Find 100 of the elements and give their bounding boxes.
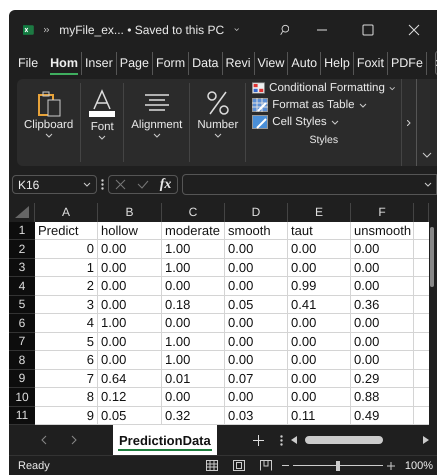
chevron-down-icon xyxy=(152,133,161,138)
horizontal-scrollbar[interactable] xyxy=(290,436,429,444)
more-options-icon[interactable] xyxy=(280,434,283,446)
chevron-down-icon xyxy=(214,133,222,138)
sheet-tab[interactable]: PredictionData xyxy=(113,425,217,456)
table-cell: smooth xyxy=(225,222,288,240)
normal-view-icon[interactable] xyxy=(206,460,218,472)
row-header[interactable]: 6 xyxy=(9,314,35,333)
chevron-down-icon xyxy=(234,27,240,32)
ribbon-tab[interactable]: PDFe xyxy=(388,52,427,75)
percent-icon xyxy=(206,89,230,118)
table-cell: 0.00 xyxy=(351,258,414,278)
select-all-icon[interactable] xyxy=(14,206,28,218)
table-cell: 0.00 xyxy=(288,370,351,388)
table-cell: 0.00 xyxy=(351,240,414,259)
table-cell: moderate xyxy=(162,222,225,240)
chevron-down-icon xyxy=(44,133,53,138)
styles-command[interactable]: Conditional Formatting xyxy=(252,81,396,96)
table-cell: 5 xyxy=(35,332,98,352)
table-cell: taut xyxy=(288,222,351,240)
table-cell: 7 xyxy=(35,370,98,388)
row-header[interactable]: 10 xyxy=(9,388,35,407)
table-cell: 0.00 xyxy=(288,332,351,352)
table-cell: 0.88 xyxy=(351,388,414,407)
collapse-ribbon-icon[interactable] xyxy=(422,152,432,158)
row-header[interactable]: 5 xyxy=(9,296,35,314)
table-cell: 0.00 xyxy=(225,351,288,370)
row-header[interactable]: 9 xyxy=(9,370,35,388)
previous-sheet-icon[interactable] xyxy=(41,435,47,446)
table-cell: 0.00 xyxy=(288,258,351,278)
table-cell: 0.00 xyxy=(225,388,288,407)
app-logo-icon xyxy=(23,22,34,37)
zoom-level[interactable]: 100% xyxy=(404,460,433,472)
row-header[interactable]: 3 xyxy=(9,258,35,278)
table-cell: 0.01 xyxy=(162,370,225,388)
table-cell: 0.00 xyxy=(162,277,225,296)
table-cell: 0.00 xyxy=(98,240,162,259)
more-commands-icon[interactable] xyxy=(44,26,50,33)
row-header[interactable]: 7 xyxy=(9,332,35,352)
next-sheet-icon[interactable] xyxy=(71,435,77,446)
row-header[interactable]: 11 xyxy=(9,406,35,426)
table-cell: 0.03 xyxy=(225,406,288,426)
insert-function-button[interactable]: fx xyxy=(160,176,172,193)
ribbon-tab[interactable]: Auto xyxy=(288,52,322,75)
ribbon-tab[interactable]: Revi xyxy=(222,52,255,75)
more-options-icon[interactable] xyxy=(101,179,104,190)
table-cell: 0.00 xyxy=(351,277,414,296)
ribbon-tab[interactable]: Hom xyxy=(47,52,82,75)
cell-styles-icon xyxy=(252,115,268,130)
ribbon-tab[interactable]: Data xyxy=(189,52,223,75)
ribbon-tab[interactable]: Page xyxy=(116,52,153,75)
table-cell: 0.64 xyxy=(98,370,162,388)
ribbon-tab[interactable]: View xyxy=(254,52,288,75)
ribbon-group-button[interactable]: Font xyxy=(90,121,114,134)
table-cell: 0.00 xyxy=(288,314,351,333)
table-cell: 0.00 xyxy=(225,314,288,333)
page-break-icon[interactable] xyxy=(260,460,272,472)
format-table-icon xyxy=(252,98,268,112)
table-cell: 0.00 xyxy=(351,314,414,333)
font-color-icon xyxy=(88,89,116,120)
table-cell: 1.00 xyxy=(162,240,225,259)
page-layout-icon[interactable] xyxy=(232,460,245,472)
scroll-right-icon[interactable] xyxy=(423,436,429,444)
table-cell: 0.00 xyxy=(288,388,351,407)
table-cell: 6 xyxy=(35,351,98,370)
table-cell: 0.00 xyxy=(98,332,162,352)
conditional-formatting-icon xyxy=(252,81,266,96)
ribbon-tab[interactable]: File xyxy=(15,52,48,75)
row-header[interactable]: 1 xyxy=(9,222,35,240)
zoom-in-icon[interactable] xyxy=(386,462,395,470)
enter-icon[interactable] xyxy=(136,180,149,190)
name-box[interactable]: K16 xyxy=(12,175,97,194)
table-cell: Predict xyxy=(35,222,98,240)
row-header[interactable]: 8 xyxy=(9,351,35,370)
group-label: Styles xyxy=(309,134,338,146)
row-header[interactable]: 2 xyxy=(9,240,35,259)
table-cell: 0.00 xyxy=(288,240,351,259)
add-sheet-icon[interactable] xyxy=(252,434,264,446)
ribbon-group-button[interactable]: Number xyxy=(197,119,238,132)
table-cell: hollow xyxy=(98,222,162,240)
ribbon-tab[interactable]: Help xyxy=(321,52,354,75)
chevron-down-icon xyxy=(330,120,339,125)
table-cell: 2 xyxy=(35,277,98,296)
zoom-slider[interactable] xyxy=(292,460,383,471)
table-cell: 0.11 xyxy=(288,406,351,426)
ribbon-tab[interactable]: Inser xyxy=(82,52,117,75)
styles-command[interactable]: Format as Table xyxy=(252,98,396,112)
ribbon-group-button[interactable]: Alignment xyxy=(131,119,182,132)
cancel-icon[interactable] xyxy=(114,179,126,190)
styles-command[interactable]: Cell Styles xyxy=(252,115,396,130)
ribbon-group-button[interactable]: Clipboard xyxy=(24,119,74,132)
scroll-left-icon[interactable] xyxy=(290,436,297,444)
ribbon-tab[interactable]: Form xyxy=(152,52,190,75)
table-cell: 0.18 xyxy=(162,296,225,314)
table-cell: 0.49 xyxy=(351,406,414,426)
clipboard-icon xyxy=(36,89,61,118)
table-cell: 1.00 xyxy=(162,332,225,352)
ribbon-tab[interactable]: Foxit xyxy=(354,52,388,75)
row-header[interactable]: 4 xyxy=(9,277,35,296)
table-cell: 0.00 xyxy=(225,332,288,352)
